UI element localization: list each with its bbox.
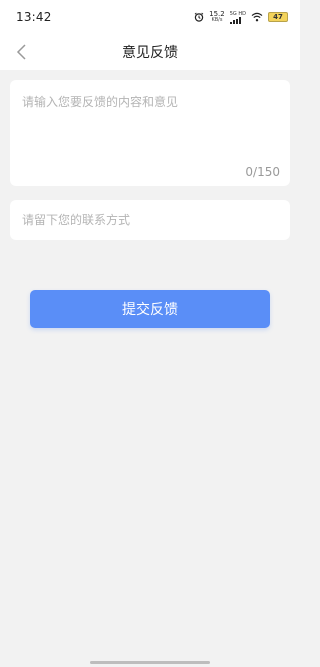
- page-title: 意见反馈: [122, 45, 178, 61]
- contact-card: [10, 200, 290, 240]
- status-icons: 15.2 KB/s 5G HD 47: [194, 11, 288, 24]
- network-indicator: 5G HD: [229, 11, 246, 24]
- contact-input[interactable]: [10, 200, 290, 240]
- wifi-icon: [251, 12, 263, 22]
- status-bar: 13:42 15.2 KB/s 5G HD 47: [0, 0, 300, 34]
- status-time: 13:42: [16, 10, 52, 24]
- signal-icon: [229, 16, 241, 24]
- char-counter: 0/150: [245, 165, 280, 179]
- chevron-left-icon[interactable]: [14, 43, 30, 61]
- net-speed: 15.2 KB/s: [209, 11, 225, 24]
- alarm-icon: [194, 12, 204, 22]
- battery-icon: 47: [268, 12, 288, 22]
- net-speed-unit: KB/s: [211, 17, 223, 23]
- home-indicator[interactable]: [90, 661, 210, 664]
- submit-button[interactable]: 提交反馈: [30, 290, 270, 328]
- feedback-card: 0/150: [10, 80, 290, 186]
- nav-bar: 意见反馈: [0, 34, 300, 70]
